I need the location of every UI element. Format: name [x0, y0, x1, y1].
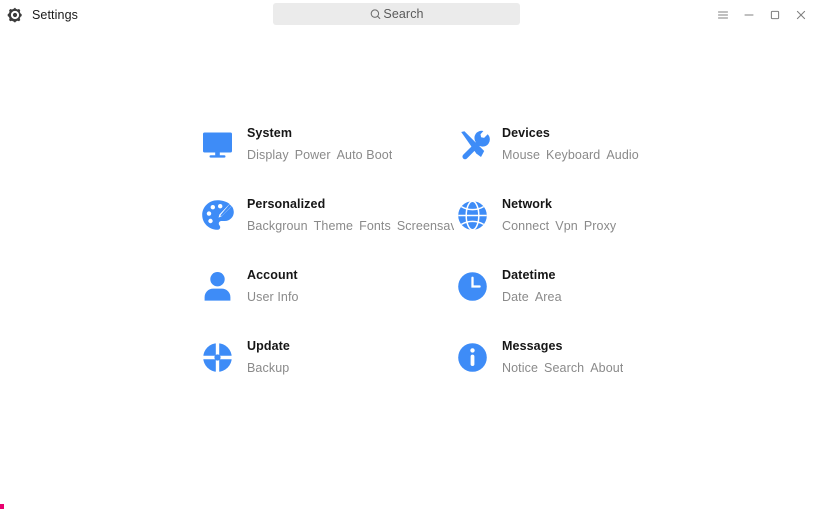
category-subitems: Display Power Auto Boot [247, 147, 392, 163]
monitor-icon [199, 126, 236, 163]
subitem-mouse[interactable]: Mouse [502, 148, 540, 162]
tools-icon [454, 126, 491, 163]
app-title: Settings [32, 7, 78, 22]
minimize-button[interactable] [736, 2, 762, 28]
category-card-datetime[interactable]: Datetime Date Area [454, 262, 709, 333]
category-subitems: Notice Search About [502, 360, 623, 376]
update-icon [199, 339, 236, 376]
subitem-connect[interactable]: Connect [502, 219, 549, 233]
category-title: Update [247, 339, 290, 353]
subitem-vpn[interactable]: Vpn [555, 219, 578, 233]
minimize-icon [742, 8, 756, 22]
category-subitems: Backgroun Theme Fonts Screensaver [247, 218, 454, 234]
subitem-power[interactable]: Power [295, 148, 331, 162]
subitem-user-info[interactable]: User Info [247, 290, 299, 304]
subitem-backup[interactable]: Backup [247, 361, 289, 375]
category-text: Network Connect Vpn Proxy [502, 194, 616, 234]
title-bar: Settings Search [0, 0, 820, 29]
subitem-search[interactable]: Search [544, 361, 584, 375]
category-card-network[interactable]: Network Connect Vpn Proxy [454, 191, 709, 262]
category-title: Personalized [247, 197, 326, 211]
settings-window: Settings Search System Display Power Aut… [0, 0, 820, 509]
category-title: Devices [502, 126, 550, 140]
subitem-keyboard[interactable]: Keyboard [546, 148, 600, 162]
info-icon [454, 339, 491, 376]
subitem-audio[interactable]: Audio [606, 148, 638, 162]
category-text: Devices Mouse Keyboard Audio [502, 123, 639, 163]
maximize-button[interactable] [762, 2, 788, 28]
settings-category-grid: System Display Power Auto Boot Devices M… [199, 120, 709, 404]
gear-icon [7, 7, 23, 23]
category-title: Messages [502, 339, 563, 353]
maximize-icon [768, 8, 782, 22]
search-bar[interactable]: Search [273, 3, 520, 25]
category-text: Update Backup [247, 336, 290, 376]
subitem-notice[interactable]: Notice [502, 361, 538, 375]
category-title: Datetime [502, 268, 556, 282]
search-icon [369, 8, 382, 21]
category-subitems: Date Area [502, 289, 562, 305]
hamburger-menu-button[interactable] [710, 2, 736, 28]
user-icon [199, 268, 236, 305]
subitem-proxy[interactable]: Proxy [584, 219, 616, 233]
category-card-personalized[interactable]: Personalized Backgroun Theme Fonts Screensa… [199, 191, 454, 262]
search-input[interactable]: Search [273, 3, 520, 25]
app-identity: Settings [0, 7, 78, 23]
category-card-messages[interactable]: Messages Notice Search About [454, 333, 709, 404]
subitem-area[interactable]: Area [535, 290, 562, 304]
palette-icon [199, 197, 236, 234]
window-controls [710, 0, 814, 29]
subitem-display[interactable]: Display [247, 148, 289, 162]
category-text: Account User Info [247, 265, 299, 305]
globe-icon [454, 197, 491, 234]
clock-icon [454, 268, 491, 305]
close-icon [794, 8, 808, 22]
subitem-screensaver[interactable]: Screensaver [397, 219, 454, 233]
category-title: System [247, 126, 293, 140]
subitem-theme[interactable]: Theme [314, 219, 353, 233]
category-title: Network [502, 197, 553, 211]
category-text: Datetime Date Area [502, 265, 562, 305]
category-text: System Display Power Auto Boot [247, 123, 392, 163]
close-button[interactable] [788, 2, 814, 28]
category-card-update[interactable]: Update Backup [199, 333, 454, 404]
category-card-account[interactable]: Account User Info [199, 262, 454, 333]
category-title: Account [247, 268, 298, 282]
category-subitems: Backup [247, 360, 290, 376]
category-subitems: User Info [247, 289, 299, 305]
hamburger-menu-icon [716, 8, 730, 22]
subitem-about[interactable]: About [590, 361, 623, 375]
subitem-fonts[interactable]: Fonts [359, 219, 391, 233]
category-text: Personalized Backgroun Theme Fonts Screensa… [247, 194, 454, 234]
category-card-system[interactable]: System Display Power Auto Boot [199, 120, 454, 191]
category-subitems: Connect Vpn Proxy [502, 218, 616, 234]
category-subitems: Mouse Keyboard Audio [502, 147, 639, 163]
main-content: System Display Power Auto Boot Devices M… [0, 29, 820, 509]
subitem-auto-boot[interactable]: Auto Boot [337, 148, 393, 162]
subitem-background[interactable]: Backgroun [247, 219, 308, 233]
subitem-date[interactable]: Date [502, 290, 529, 304]
search-placeholder: Search [383, 7, 424, 21]
category-card-devices[interactable]: Devices Mouse Keyboard Audio [454, 120, 709, 191]
category-text: Messages Notice Search About [502, 336, 623, 376]
